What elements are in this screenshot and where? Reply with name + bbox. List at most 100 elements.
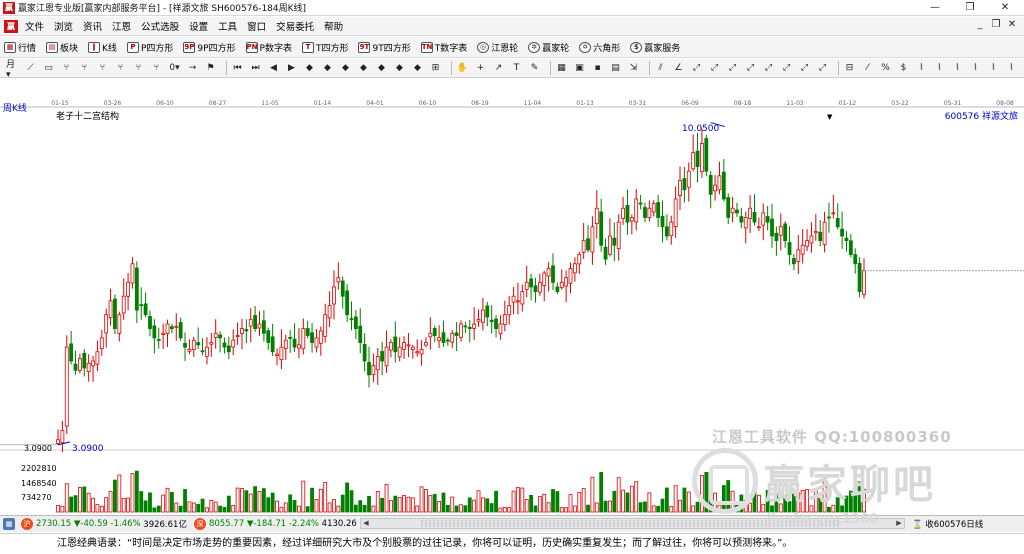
zigzag-icon[interactable]: ⌇: [933, 62, 946, 75]
slash-icon[interactable]: ⁄: [861, 62, 874, 75]
fork-icon[interactable]: ⑂: [78, 62, 91, 75]
fork-icon[interactable]: ⑂: [114, 62, 127, 75]
tool-9p-square[interactable]: 9P 9P四方形: [183, 41, 236, 54]
tool-quotes[interactable]: ▦ 行情: [4, 41, 36, 54]
flag-icon[interactable]: ⚑: [204, 62, 217, 75]
calc-icon[interactable]: ▣: [573, 62, 586, 75]
volume-bar: [450, 496, 455, 513]
percent-icon[interactable]: %: [879, 62, 892, 75]
last-bar-icon[interactable]: ⏭: [249, 62, 262, 75]
zigzag-icon[interactable]: ⌇: [915, 62, 928, 75]
arrow-icon[interactable]: →: [186, 62, 199, 75]
menu-window[interactable]: 窗口: [242, 19, 271, 33]
fork-icon[interactable]: ⑂: [150, 62, 163, 75]
draw-line-icon[interactable]: ⟋: [24, 62, 37, 75]
zigzag-icon[interactable]: ⌇: [969, 62, 982, 75]
candle-body: [126, 281, 130, 297]
menu-trade[interactable]: 交易委托: [271, 19, 319, 33]
tool-label: T四方形: [315, 43, 349, 54]
candle-body: [402, 342, 406, 350]
fan-icon[interactable]: ⤢: [762, 62, 775, 75]
mdi-restore-button[interactable]: ❐: [989, 19, 1003, 30]
fan-icon[interactable]: ⤢: [816, 62, 829, 75]
chevron-down-icon[interactable]: ▼: [827, 113, 832, 121]
mdi-close-button[interactable]: ✕: [1005, 19, 1019, 30]
fan-icon[interactable]: ⤢: [798, 62, 811, 75]
menu-browse[interactable]: 浏览: [49, 19, 78, 33]
fan-icon[interactable]: ⤢: [726, 62, 739, 75]
diamond-icon[interactable]: ◆: [357, 62, 370, 75]
crosshair-icon[interactable]: +: [474, 62, 487, 75]
next-icon[interactable]: ▶: [285, 62, 298, 75]
save-icon[interactable]: ▪: [591, 62, 604, 75]
fan-icon[interactable]: ⤢: [744, 62, 757, 75]
pen-icon[interactable]: ✎: [528, 62, 541, 75]
menu-gann[interactable]: 江恩: [107, 19, 136, 33]
tool-sectors[interactable]: ▤ 板块: [46, 41, 78, 54]
tool-winner-wheel[interactable]: ✲ 赢家轮: [528, 41, 569, 54]
scroll-left-icon[interactable]: ◀: [361, 519, 371, 528]
ray-icon[interactable]: ↗: [492, 62, 505, 75]
fan-icon[interactable]: ⤢: [690, 62, 703, 75]
shanghai-index[interactable]: 沪 2730.15 ▼-40.59 -1.46% 3926.61亿: [18, 518, 187, 530]
first-bar-icon[interactable]: ⏮: [231, 62, 244, 75]
s-icon[interactable]: $: [897, 62, 910, 75]
daily-kline-link[interactable]: ⌛ 收600576日线: [912, 518, 983, 530]
menu-tools[interactable]: 工具: [213, 19, 242, 33]
minimize-button[interactable]: —: [920, 0, 950, 16]
diamond-icon[interactable]: ◆: [411, 62, 424, 75]
menu-formula[interactable]: 公式选股: [136, 19, 184, 33]
tool-winner-service[interactable]: $ 赢家服务: [630, 41, 680, 54]
shenzhen-index[interactable]: 深 8055.77 ▼-184.71 -2.24% 4130.26: [191, 518, 357, 530]
tool-p-table[interactable]: PN P数字表: [245, 41, 292, 54]
fork-icon[interactable]: ⑂: [60, 62, 73, 75]
fibonacci-icon[interactable]: ⊟: [843, 62, 856, 75]
menu-help[interactable]: 帮助: [319, 19, 348, 33]
tool-t-table[interactable]: TN T数字表: [420, 41, 467, 54]
diamond-icon[interactable]: ◆: [339, 62, 352, 75]
tool-p-square[interactable]: P P四方形: [126, 41, 173, 54]
print-icon[interactable]: ▤: [609, 62, 622, 75]
table-icon[interactable]: ▦: [555, 62, 568, 75]
tool-9t-square[interactable]: 9T 9T四方形: [358, 41, 411, 54]
main-toolbar: ▦ 行情 ▤ 板块 ‖ K线 P P四方形 9P 9P四方形 PN P数字表 T T四方形 9…: [0, 37, 1024, 58]
tool-kline[interactable]: ‖ K线: [88, 41, 117, 54]
diamond-icon[interactable]: ◆: [393, 62, 406, 75]
digit-icon[interactable]: 0▾: [168, 62, 181, 75]
close-button[interactable]: ✕: [990, 0, 1020, 16]
fork-icon[interactable]: ⑂: [132, 62, 145, 75]
scroll-right-icon[interactable]: ▶: [894, 519, 904, 528]
angle-icon[interactable]: ∠: [672, 62, 685, 75]
diamond-icon[interactable]: ◆: [375, 62, 388, 75]
mdi-minimize-button[interactable]: _: [973, 19, 987, 30]
tool-t-square[interactable]: T T四方形: [301, 41, 349, 54]
watermark-logo-icon: [692, 448, 758, 514]
maximize-button[interactable]: ❐: [955, 0, 985, 16]
diamond-icon[interactable]: ◆: [303, 62, 316, 75]
text-icon[interactable]: T: [510, 62, 523, 75]
zigzag-icon[interactable]: ⌇: [951, 62, 964, 75]
menu-file[interactable]: 文件: [20, 19, 49, 33]
candle-body: [454, 332, 459, 336]
cycle-label[interactable]: 周K线: [3, 101, 27, 114]
draw-rect-icon[interactable]: ▭: [42, 62, 55, 75]
hand-icon[interactable]: ✋: [456, 62, 469, 75]
fork-icon[interactable]: ⑂: [96, 62, 109, 75]
prev-icon[interactable]: ◀: [267, 62, 280, 75]
zigzag-icon[interactable]: ⌇: [987, 62, 1000, 75]
t-table-icon: TN: [420, 41, 433, 53]
cycle-select-icon[interactable]: 月▾: [6, 60, 19, 78]
menu-settings[interactable]: 设置: [184, 19, 213, 33]
gann-fan-icon[interactable]: ⫽: [654, 62, 667, 75]
tool-gann-wheel[interactable]: ◎ 江恩轮: [477, 41, 518, 54]
export-icon[interactable]: ⇲: [627, 62, 640, 75]
grid-diamond-icon[interactable]: ⊞: [429, 62, 442, 75]
diamond-icon[interactable]: ◆: [321, 62, 334, 75]
menu-info[interactable]: 资讯: [78, 19, 107, 33]
tool-hexagon[interactable]: ✡ 六角形: [579, 41, 620, 54]
fan-icon[interactable]: ⤢: [708, 62, 721, 75]
volume-bar: [437, 501, 441, 513]
fan-icon[interactable]: ⤢: [780, 62, 793, 75]
zigzag-icon[interactable]: ⌇: [1005, 62, 1018, 75]
grid-icon[interactable]: ▦: [3, 518, 15, 530]
